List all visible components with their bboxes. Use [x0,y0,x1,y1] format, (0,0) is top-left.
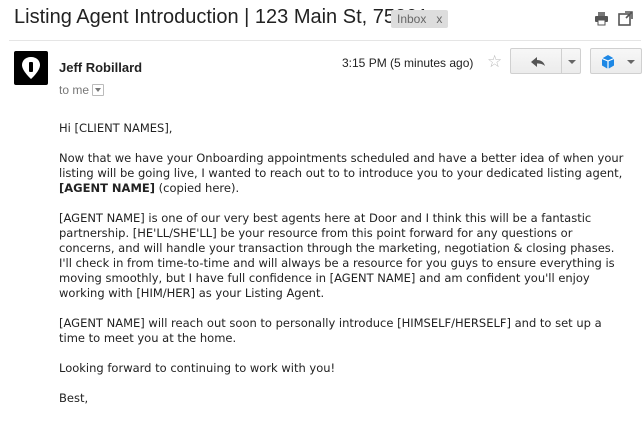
agent-name-bold: [AGENT NAME] [59,181,156,195]
paragraph-1: Now that we have your Onboarding appoint… [59,151,629,196]
paragraph-1-end: (copied here). [155,181,240,195]
paragraph-2: [AGENT NAME] is one of our very best age… [59,211,615,300]
paragraph-3: [AGENT NAME] will reach out soon to pers… [59,316,602,345]
paragraph-4: Looking forward to continuing to work wi… [59,361,336,375]
message-timestamp: 3:15 PM (5 minutes ago) [342,56,474,70]
recipient-text: to me [59,83,90,97]
closing: Best, [59,391,89,405]
sender-name[interactable]: Jeff Robillard [59,60,142,75]
remove-label-button[interactable]: x [436,12,442,26]
chevron-down-icon [627,60,635,64]
greeting: Hi [CLIENT NAMES], [59,121,173,135]
more-actions-button[interactable] [561,48,581,74]
recipient-line[interactable]: to me [59,83,105,97]
subject-bar: Listing Agent Introduction | 123 Main St… [0,0,644,40]
email-subject: Listing Agent Introduction | 123 Main St… [14,6,429,28]
door-logo-icon [22,57,40,79]
label-badge-inbox[interactable]: Inbox x [391,10,449,28]
star-icon[interactable]: ☆ [487,52,502,72]
reply-icon [531,57,545,67]
extension-button[interactable] [590,48,642,74]
header-divider [9,40,641,41]
chevron-down-icon [568,60,576,64]
reply-button[interactable] [510,48,562,74]
message-body: Hi [CLIENT NAMES], Now that we have your… [59,121,629,421]
new-window-icon[interactable] [618,11,633,26]
paragraph-1-text: Now that we have your Onboarding appoint… [59,151,624,180]
cube-icon [601,55,615,69]
label-text: Inbox [397,12,427,26]
print-icon[interactable] [594,11,609,26]
show-details-icon[interactable] [92,83,105,96]
avatar[interactable] [14,51,48,85]
